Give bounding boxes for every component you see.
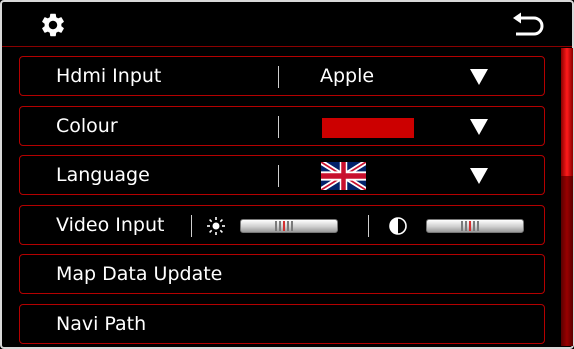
colour-row[interactable]: Colour	[19, 106, 545, 146]
contrast-icon	[389, 217, 407, 235]
divider	[368, 215, 369, 237]
contrast-slider[interactable]	[426, 219, 524, 233]
scrollbar-thumb[interactable]	[561, 48, 573, 176]
video-input-row: Video Input	[19, 205, 545, 245]
dropdown-arrow-icon[interactable]	[470, 69, 488, 85]
video-input-label: Video Input	[56, 214, 165, 236]
hdmi-input-value: Apple	[320, 65, 375, 87]
colour-label: Colour	[56, 115, 118, 137]
divider	[278, 66, 279, 88]
divider	[278, 116, 279, 138]
dropdown-arrow-icon[interactable]	[470, 168, 488, 184]
divider	[278, 165, 279, 187]
uk-flag-icon	[321, 162, 366, 190]
map-data-update-row[interactable]: Map Data Update	[19, 254, 545, 294]
hdmi-input-row[interactable]: Hdmi Input Apple	[19, 56, 545, 96]
navi-path-row[interactable]: Navi Path	[19, 304, 545, 344]
hdmi-input-label: Hdmi Input	[56, 65, 162, 87]
brightness-icon	[207, 217, 225, 235]
gear-icon[interactable]	[39, 11, 67, 39]
header-bar	[2, 2, 572, 47]
dropdown-arrow-icon[interactable]	[470, 119, 488, 135]
language-label: Language	[56, 164, 150, 186]
language-row[interactable]: Language	[19, 155, 545, 195]
divider	[191, 215, 192, 237]
navi-path-label: Navi Path	[56, 313, 147, 335]
map-data-update-label: Map Data Update	[56, 263, 223, 285]
brightness-slider[interactable]	[240, 219, 338, 233]
back-arrow-icon[interactable]	[510, 12, 544, 38]
colour-swatch	[322, 118, 414, 138]
